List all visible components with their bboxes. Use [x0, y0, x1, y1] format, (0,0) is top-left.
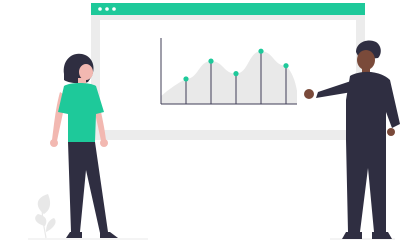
window-dot [98, 7, 102, 11]
chart-point [208, 58, 214, 64]
man-pants [346, 140, 386, 232]
browser-titlebar [91, 3, 365, 15]
chart-point [258, 48, 264, 54]
chart-point [233, 71, 239, 77]
woman-face [79, 64, 93, 80]
chart-point [283, 63, 289, 69]
man-hand [304, 89, 314, 99]
leaf-plant [35, 194, 56, 239]
woman-pants [68, 142, 108, 233]
illustration-stage [0, 0, 404, 243]
chart-point [183, 76, 189, 82]
window-dot [112, 7, 116, 11]
window-dot [105, 7, 109, 11]
presentation-illustration [28, 3, 400, 240]
